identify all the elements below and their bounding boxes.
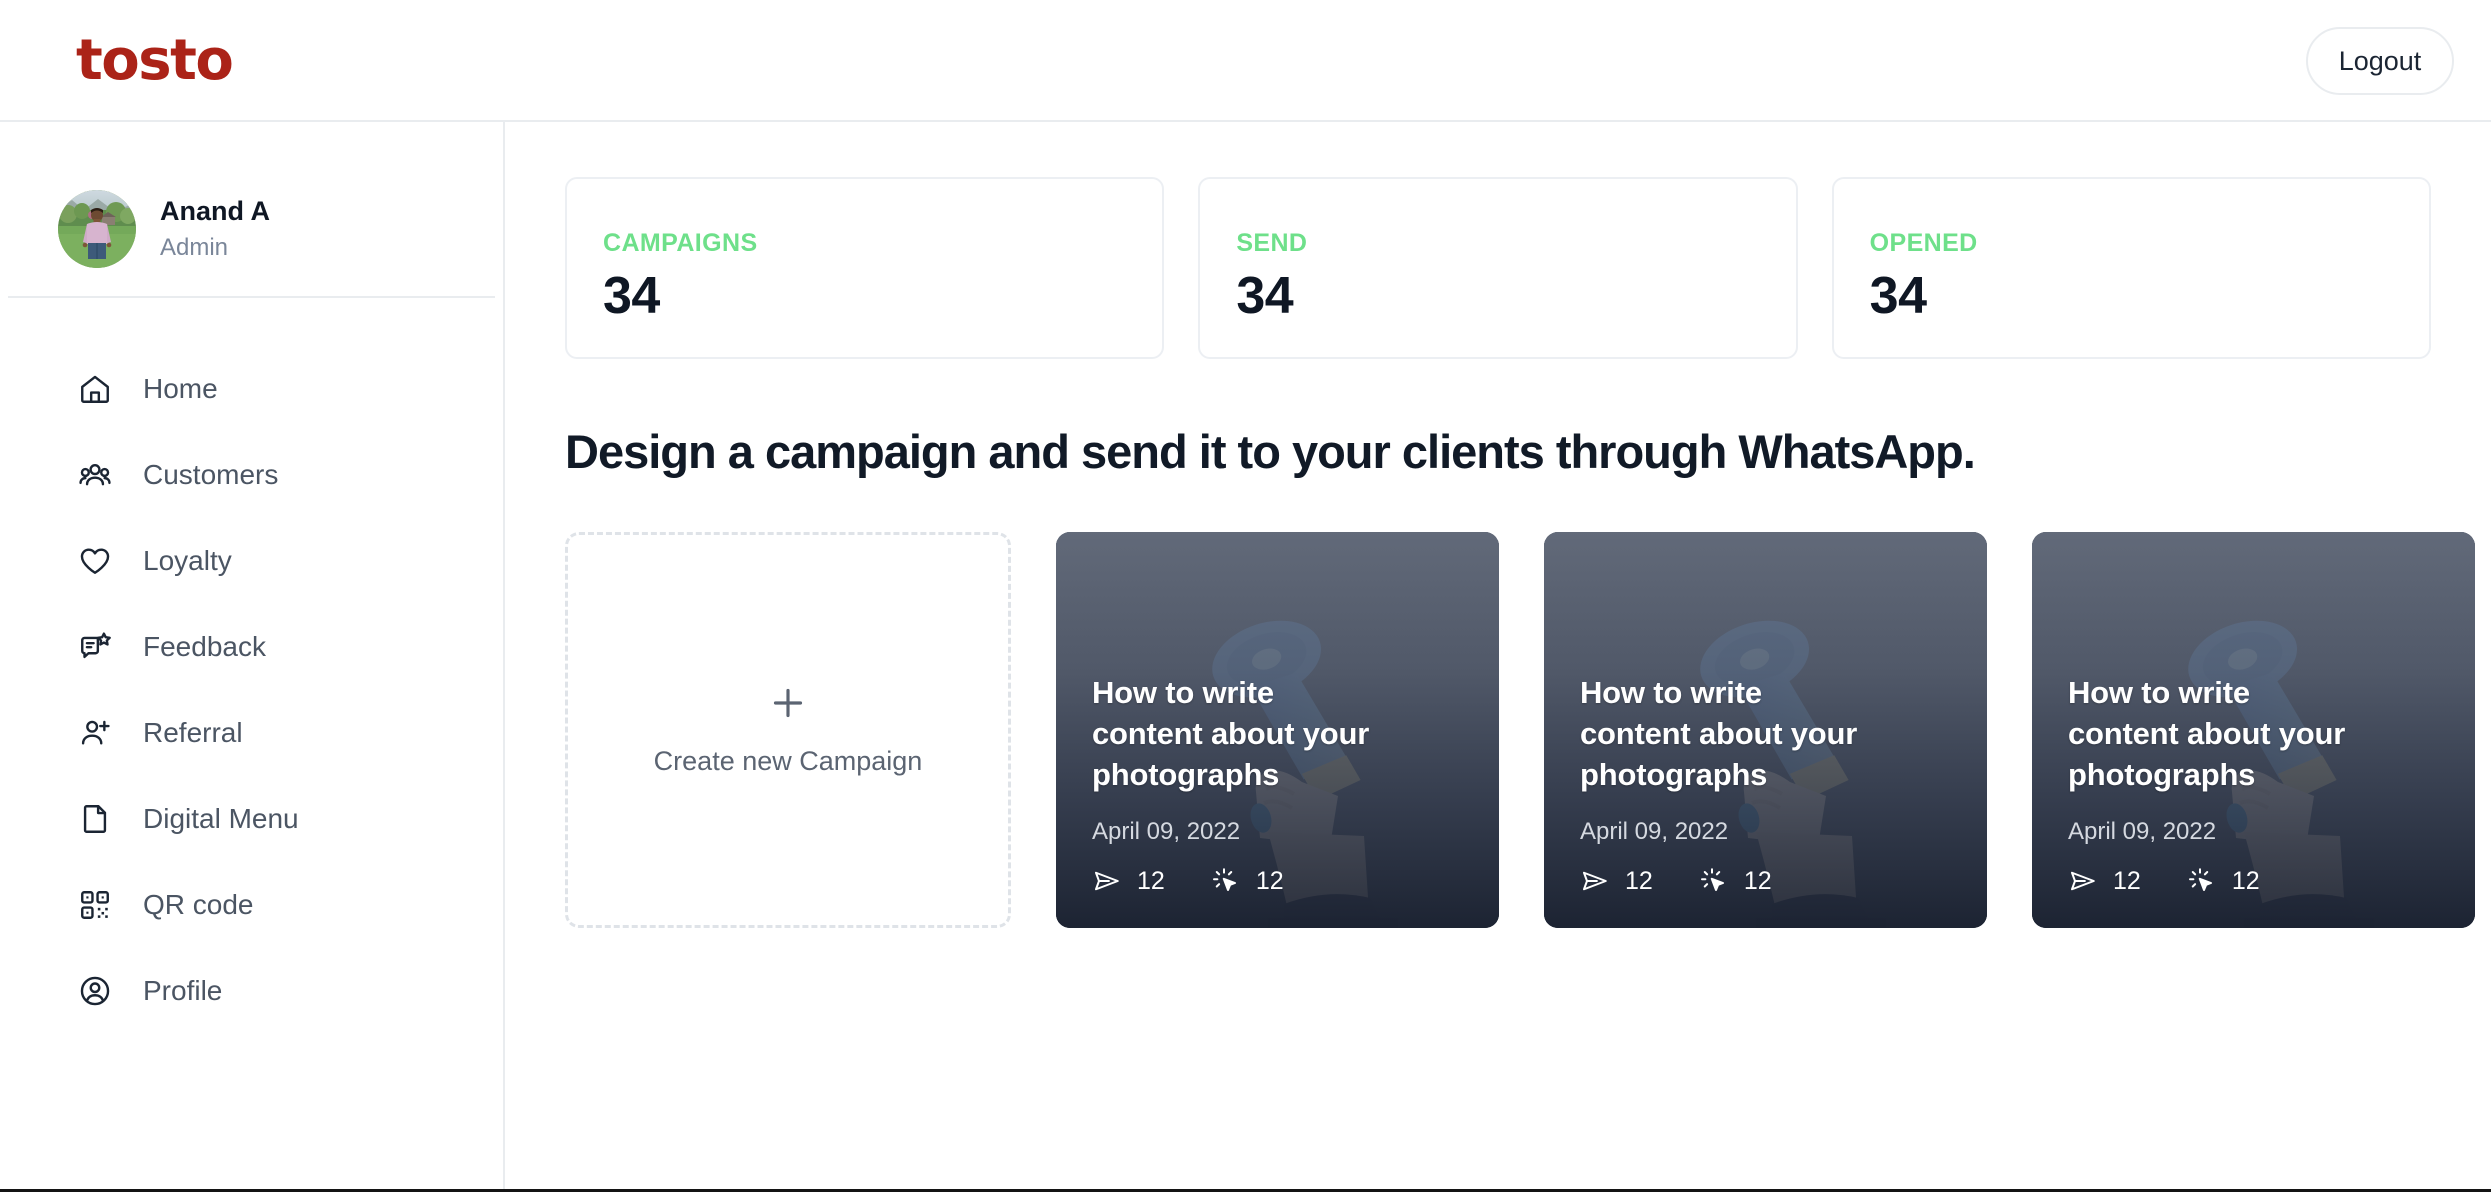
sidebar-item-feedback[interactable]: Feedback xyxy=(0,604,503,690)
send-paper-plane-icon xyxy=(1580,866,1610,896)
cursor-click-icon xyxy=(1699,866,1729,896)
campaign-title: How to write content about your photogra… xyxy=(1092,675,1370,793)
heart-icon xyxy=(77,543,113,579)
sidebar-item-digital-menu[interactable]: Digital Menu xyxy=(0,776,503,862)
campaign-body: How to write content about your photogra… xyxy=(1092,673,1475,896)
logout-button-label: Logout xyxy=(2338,45,2422,76)
cursor-click-icon xyxy=(2187,866,2217,896)
cursor-click-icon xyxy=(1211,866,1241,896)
campaign-date: April 09, 2022 xyxy=(1580,818,1729,845)
stat-label: OPENED xyxy=(1869,229,1978,257)
sidebar-item-label: Customers xyxy=(143,459,279,490)
campaign-title: How to write content about your photogra… xyxy=(1580,675,1858,793)
sidebar-item-label: Digital Menu xyxy=(143,803,299,834)
profile-name: Anand A xyxy=(160,196,270,227)
stat-label: SEND xyxy=(1236,229,1308,257)
brand-logo: tosto xyxy=(76,28,234,93)
document-icon xyxy=(77,801,113,837)
sidebar-item-label: Profile xyxy=(143,975,223,1006)
campaign-title: How to write content about your photogra… xyxy=(2068,675,2346,793)
campaign-body: How to write content about your photogra… xyxy=(1580,673,1963,896)
avatar xyxy=(58,190,136,268)
home-icon xyxy=(77,371,113,407)
campaign-click-count: 12 xyxy=(2231,866,2260,895)
sidebar-item-loyalty[interactable]: Loyalty xyxy=(0,518,503,604)
campaign-click-count: 12 xyxy=(1255,866,1284,895)
sidebar-item-label: Feedback xyxy=(143,631,266,662)
sidebar-item-label: Referral xyxy=(143,717,243,748)
campaign-card[interactable]: How to write content about your photogra… xyxy=(2032,532,2475,928)
page-title: Design a campaign and send it to your cl… xyxy=(565,425,1976,478)
logout-button[interactable]: Logout xyxy=(2306,27,2454,95)
send-paper-plane-icon xyxy=(2068,866,2098,896)
campaign-sent-metric: 12 xyxy=(2068,866,2141,896)
campaign-click-metric: 12 xyxy=(2187,866,2260,896)
campaign-date: April 09, 2022 xyxy=(1092,818,1241,845)
app-root: tosto Logout Anand A Admin Home Customer… xyxy=(0,0,2491,1192)
sidebar-item-profile[interactable]: Profile xyxy=(0,948,503,1034)
sidebar-item-label: Loyalty xyxy=(143,545,232,576)
stat-value: 34 xyxy=(1869,267,1927,325)
profile-text: Anand A Admin xyxy=(160,195,270,263)
sidebar-item-label: QR code xyxy=(143,889,254,920)
sidebar: Anand A Admin Home Customers Loyalty Fee… xyxy=(0,122,505,1190)
feedback-card-star-icon xyxy=(77,629,113,665)
app-header: tosto Logout xyxy=(0,0,2491,122)
campaign-list: Create new Campaign How to write content… xyxy=(565,532,2475,928)
sidebar-item-label: Home xyxy=(143,373,218,404)
plus-icon xyxy=(768,683,808,728)
qr-code-icon xyxy=(77,887,113,923)
campaign-body: How to write content about your photogra… xyxy=(2068,673,2451,896)
sidebar-item-home[interactable]: Home xyxy=(0,346,503,432)
stat-card-campaigns: CAMPAIGNS 34 xyxy=(565,177,1165,359)
sidebar-item-referral[interactable]: Referral xyxy=(0,690,503,776)
campaign-click-metric: 12 xyxy=(1211,866,1284,896)
campaign-sent-count: 12 xyxy=(2113,866,2141,895)
profile-role: Admin xyxy=(160,233,229,261)
stats-row: CAMPAIGNS 34 SEND 34 OPENED 34 xyxy=(565,177,2431,359)
sidebar-profile[interactable]: Anand A Admin xyxy=(0,122,503,282)
main-content: CAMPAIGNS 34 SEND 34 OPENED 34 Design a … xyxy=(507,122,2491,1190)
campaign-card[interactable]: How to write content about your photogra… xyxy=(1544,532,1987,928)
campaign-sent-count: 12 xyxy=(1137,866,1165,895)
campaign-card[interactable]: How to write content about your photogra… xyxy=(1056,532,1499,928)
user-plus-icon xyxy=(77,715,113,751)
campaign-click-count: 12 xyxy=(1743,866,1772,895)
campaign-click-metric: 12 xyxy=(1699,866,1772,896)
campaign-metrics: 12 12 xyxy=(2068,866,2451,896)
campaign-sent-count: 12 xyxy=(1625,866,1653,895)
campaign-sent-metric: 12 xyxy=(1580,866,1653,896)
stat-card-send: SEND 34 xyxy=(1198,177,1798,359)
customers-icon xyxy=(77,457,113,493)
send-paper-plane-icon xyxy=(1092,866,1122,896)
stat-value: 34 xyxy=(603,267,660,325)
campaign-metrics: 12 12 xyxy=(1092,866,1475,896)
create-new-campaign-label: Create new Campaign xyxy=(653,746,923,776)
campaign-sent-metric: 12 xyxy=(1092,866,1165,896)
sidebar-item-qr-code[interactable]: QR code xyxy=(0,862,503,948)
campaign-metrics: 12 12 xyxy=(1580,866,1963,896)
stat-value: 34 xyxy=(1236,267,1294,325)
stat-label: CAMPAIGNS xyxy=(603,229,758,257)
sidebar-nav: Home Customers Loyalty Feedback Referral… xyxy=(0,298,503,1034)
user-circle-icon xyxy=(77,973,113,1009)
stat-card-opened: OPENED 34 xyxy=(1831,177,2431,359)
create-new-campaign-card[interactable]: Create new Campaign xyxy=(565,532,1011,928)
sidebar-item-customers[interactable]: Customers xyxy=(0,432,503,518)
campaign-date: April 09, 2022 xyxy=(2068,818,2217,845)
